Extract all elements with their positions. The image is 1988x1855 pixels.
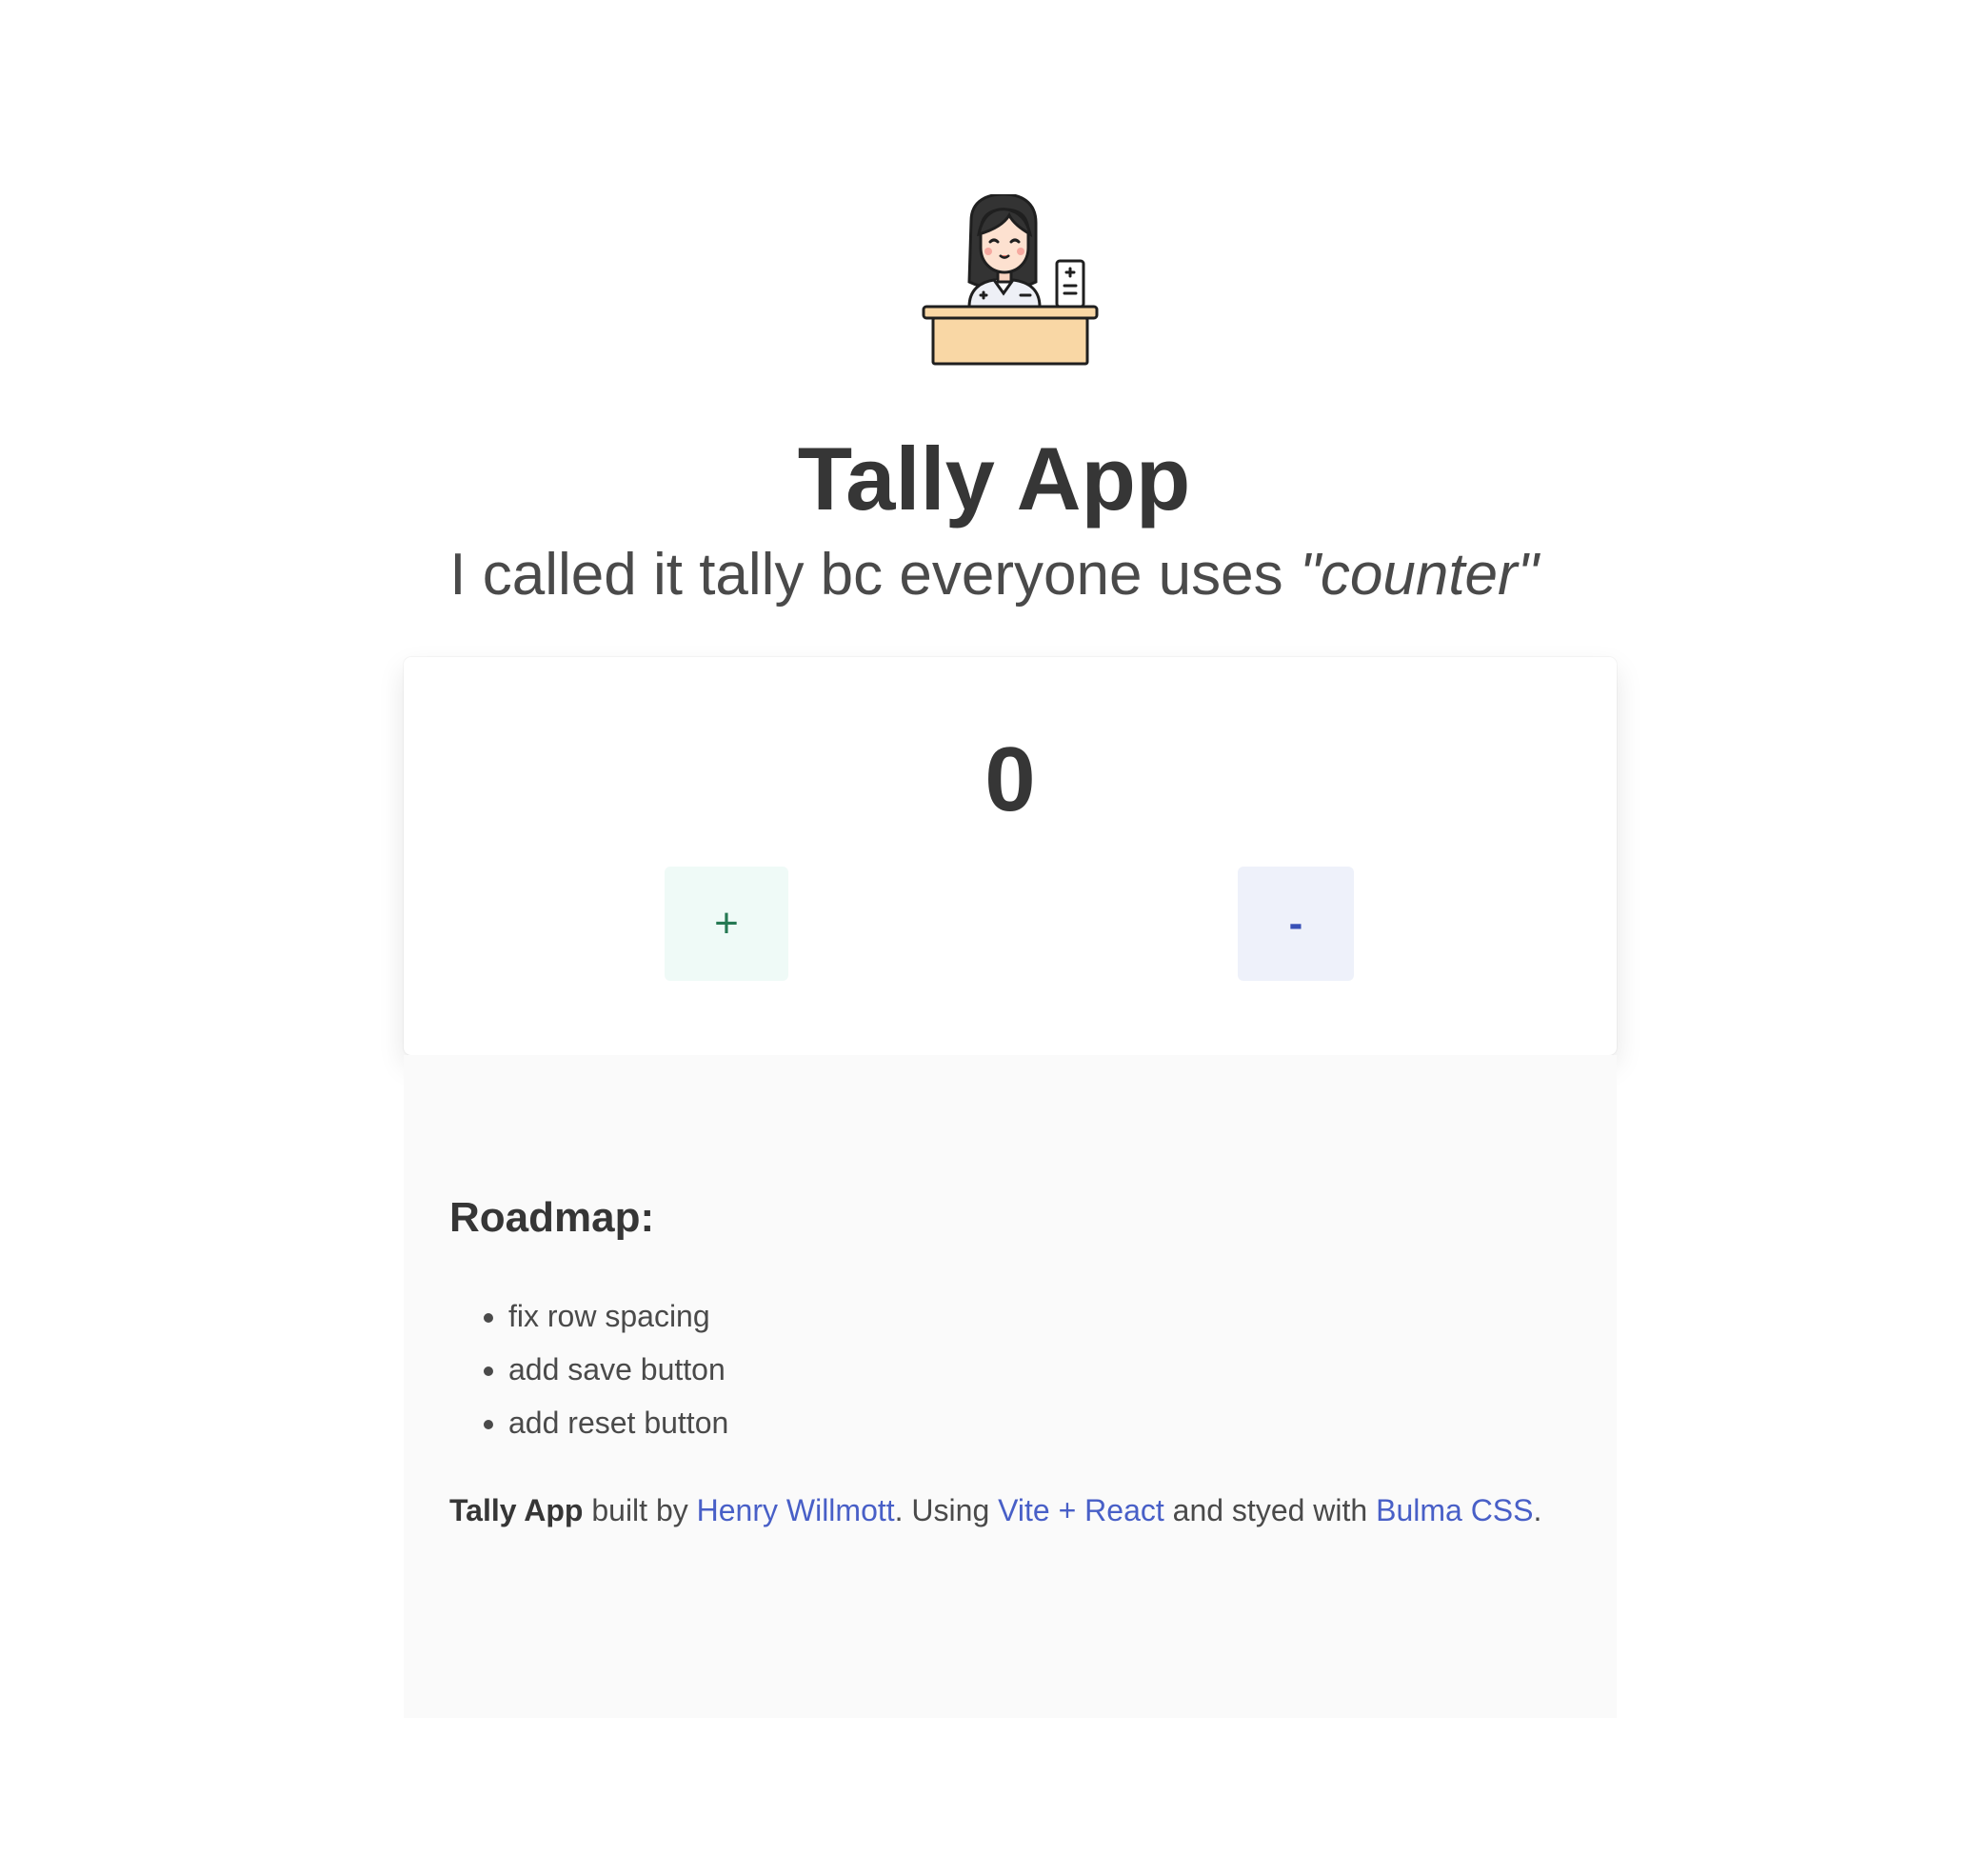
roadmap-item: add reset button [508,1396,728,1449]
credits-text: . Using [894,1493,999,1527]
credits-text: . [1533,1493,1542,1527]
bulma-css-link[interactable]: Bulma CSS [1376,1493,1533,1527]
page: Tally App I called it tally bc everyone … [0,0,1988,1855]
decrement-button[interactable]: - [1238,867,1354,981]
page-subtitle: I called it tally bc everyone uses "coun… [0,539,1988,611]
roadmap-item: add save button [508,1343,728,1396]
counter-value: 0 [984,728,1036,830]
receptionist-at-desk-icon [922,194,1099,366]
roadmap-heading: Roadmap: [449,1194,655,1241]
author-link[interactable]: Henry Willmott [697,1493,895,1527]
credits-app-name: Tally App [449,1493,584,1527]
credits-text: and styed with [1163,1493,1377,1527]
roadmap-item: fix row spacing [508,1289,728,1343]
footer-panel: Roadmap: fix row spacing add save button… [404,1055,1617,1718]
counter-card: 0 + - [404,657,1617,1055]
subtitle-emphasis: "counter" [1299,542,1539,608]
vite-react-link[interactable]: Vite + React [998,1493,1164,1527]
page-title: Tally App [797,429,1191,529]
subtitle-text: I called it tally bc everyone uses [449,542,1300,608]
credits-line: Tally App built by Henry Willmott. Using… [449,1489,1541,1531]
credits-text: built by [583,1493,697,1527]
roadmap-list: fix row spacing add save button add rese… [449,1289,728,1449]
increment-button[interactable]: + [665,867,788,981]
